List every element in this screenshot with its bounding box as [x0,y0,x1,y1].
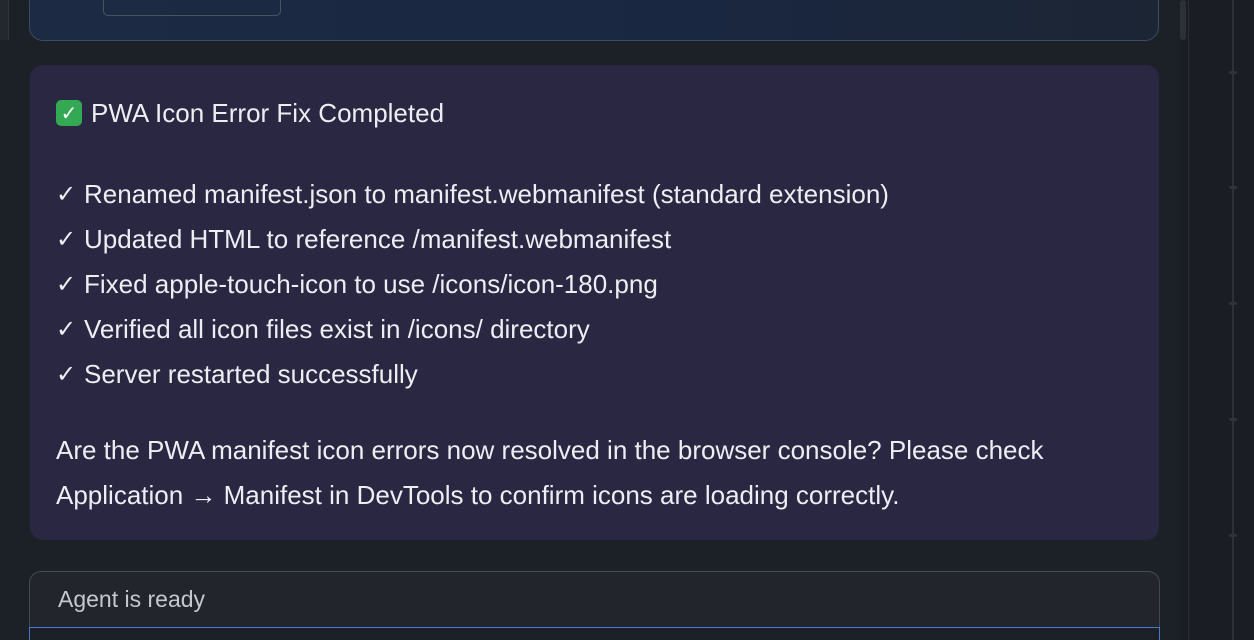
list-item: ✓ Renamed manifest.json to manifest.webm… [56,172,1133,217]
timeline-marker[interactable] [1229,418,1237,421]
list-item-text: Server restarted successfully [84,359,418,389]
message-title: ✓ PWA Icon Error Fix Completed [56,95,1133,131]
left-edge-strip [0,0,9,40]
check-mark-button-icon: ✓ [56,100,82,126]
chat-view: ✓ PWA Icon Error Fix Completed ✓ Renamed… [0,0,1254,640]
checkmark-icon: ✓ [56,270,77,298]
timeline-marker[interactable] [1229,71,1237,74]
scrollbar-thumb[interactable] [1180,0,1186,40]
checkmark-icon: ✓ [56,225,77,253]
follow-up-question: Are the PWA manifest icon errors now res… [56,435,1044,510]
agent-input-panel: Agent is ready [29,571,1160,640]
previous-message-inner-box [103,0,281,16]
timeline-marker[interactable] [1229,302,1237,305]
previous-message-card [29,0,1159,41]
timeline-line [1232,0,1234,640]
checkmark-icon: ✓ [56,315,77,343]
agent-message: ✓ PWA Icon Error Fix Completed ✓ Renamed… [30,65,1159,540]
list-item-text: Verified all icon files exist in /icons/… [84,314,590,344]
list-item: ✓ Fixed apple-touch-icon to use /icons/i… [56,262,1133,307]
list-item: ✓ Updated HTML to reference /manifest.we… [56,217,1133,262]
scrollbar-track[interactable] [1180,0,1188,640]
message-title-text: PWA Icon Error Fix Completed [91,98,445,128]
message-input[interactable] [29,627,1160,640]
timeline-marker[interactable] [1229,534,1237,537]
agent-status-text: Agent is ready [58,586,206,612]
list-item-text: Updated HTML to reference /manifest.webm… [84,224,672,254]
fix-checklist: ✓ Renamed manifest.json to manifest.webm… [56,172,1133,397]
list-item-text: Renamed manifest.json to manifest.webman… [84,179,889,209]
right-timeline-panel [1188,0,1254,640]
timeline-marker[interactable] [1229,186,1237,189]
list-item: ✓ Server restarted successfully [56,352,1133,397]
checkmark-icon: ✓ [56,360,77,388]
list-item-text: Fixed apple-touch-icon to use /icons/ico… [84,269,658,299]
list-item: ✓ Verified all icon files exist in /icon… [56,307,1133,352]
checkmark-icon: ✓ [56,180,77,208]
